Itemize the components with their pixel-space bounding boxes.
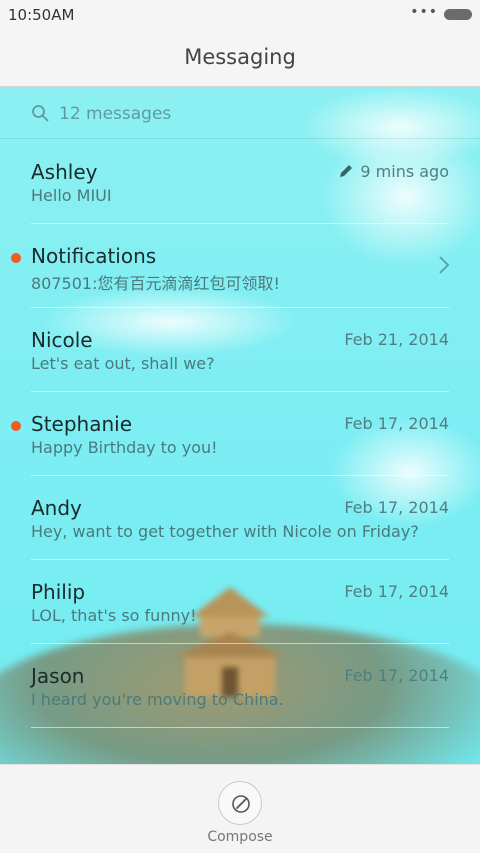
bottom-bar: Compose	[0, 764, 480, 853]
divider	[31, 727, 449, 728]
message-preview: LOL, that's so funny!	[31, 606, 197, 625]
contact-name: Andy	[31, 496, 82, 520]
compose-label: Compose	[207, 829, 273, 845]
search-bar[interactable]	[0, 87, 480, 139]
contact-name: Philip	[31, 580, 86, 604]
message-list: Ashley 9 mins ago Hello MIUI Notificatio…	[0, 140, 480, 728]
message-preview: I heard you're moving to China.	[31, 690, 284, 709]
message-time: Feb 17, 2014	[344, 666, 449, 685]
message-time: 9 mins ago	[338, 162, 449, 181]
compose-button[interactable]	[218, 781, 262, 825]
message-item-notifications[interactable]: Notifications 807501:您有百元滴滴红包可领取!	[0, 224, 480, 308]
message-time: Feb 21, 2014	[344, 330, 449, 349]
contact-name: Stephanie	[31, 412, 133, 436]
message-item-ashley[interactable]: Ashley 9 mins ago Hello MIUI	[0, 140, 480, 224]
status-time: 10:50AM	[8, 6, 75, 24]
message-preview: Happy Birthday to you!	[31, 438, 218, 457]
search-input[interactable]	[59, 101, 439, 127]
message-item-jason[interactable]: Jason Feb 17, 2014 I heard you're moving…	[0, 644, 480, 728]
message-preview: 807501:您有百元滴滴红包可领取!	[31, 274, 280, 293]
unread-dot-icon	[11, 421, 21, 431]
message-item-andy[interactable]: Andy Feb 17, 2014 Hey, want to get toget…	[0, 476, 480, 560]
pencil-icon	[340, 165, 353, 177]
message-preview: Hey, want to get together with Nicole on…	[31, 522, 419, 541]
contact-name: Ashley	[31, 160, 98, 184]
contact-name: Jason	[31, 664, 85, 688]
compose-icon	[232, 795, 250, 813]
contact-name: Notifications	[31, 244, 157, 268]
message-preview: Hello MIUI	[31, 186, 112, 205]
message-preview: Let's eat out, shall we?	[31, 354, 215, 373]
message-time: Feb 17, 2014	[344, 582, 449, 601]
message-item-nicole[interactable]: Nicole Feb 21, 2014 Let's eat out, shall…	[0, 308, 480, 392]
title-bar: Messaging	[0, 30, 480, 87]
message-list-area: Ashley 9 mins ago Hello MIUI Notificatio…	[0, 87, 480, 764]
page-title: Messaging	[184, 45, 296, 69]
message-time: Feb 17, 2014	[344, 414, 449, 433]
status-bar: 10:50AM •••	[0, 0, 480, 30]
search-icon	[32, 105, 49, 122]
contact-name: Nicole	[31, 328, 93, 352]
unread-dot-icon	[11, 253, 21, 263]
battery-icon	[444, 9, 472, 20]
message-item-philip[interactable]: Philip Feb 17, 2014 LOL, that's so funny…	[0, 560, 480, 644]
message-item-stephanie[interactable]: Stephanie Feb 17, 2014 Happy Birthday to…	[0, 392, 480, 476]
signal-dots-icon: •••	[410, 4, 438, 20]
message-time: Feb 17, 2014	[344, 498, 449, 517]
message-time-text: 9 mins ago	[360, 162, 449, 181]
chevron-right-icon	[439, 256, 450, 274]
